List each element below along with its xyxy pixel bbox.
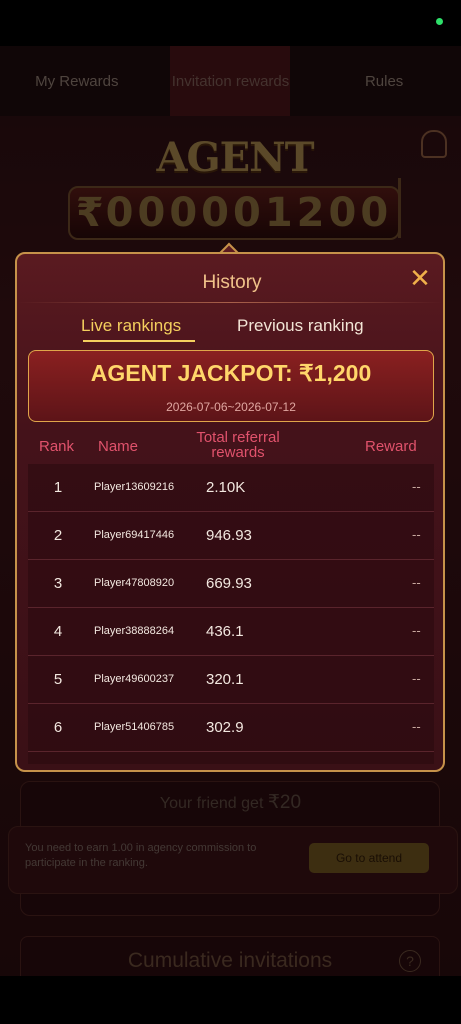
rank-cell: 3 xyxy=(53,575,63,592)
column-header-total: Total referral rewards xyxy=(196,429,280,461)
table-row: 2 Player69417446 946.93 -- xyxy=(28,512,434,560)
active-tab-underline xyxy=(83,340,195,342)
close-icon[interactable]: ✕ xyxy=(407,265,433,292)
rank-cell: 6 xyxy=(53,719,63,736)
tab-previous-ranking[interactable]: Previous ranking xyxy=(237,316,364,336)
divider xyxy=(17,302,443,303)
total-cell: 946.93 xyxy=(206,527,252,544)
rank-cell: 4 xyxy=(53,623,63,640)
total-cell: 669.93 xyxy=(206,575,252,592)
table-row: 6 Player51406785 302.9 -- xyxy=(28,704,434,752)
name-cell: Player47808920 xyxy=(94,577,175,589)
reward-cell: -- xyxy=(412,623,421,638)
jackpot-summary-box: AGENT JACKPOT: ₹1,200 2026-07-06~2026-07… xyxy=(28,350,434,422)
total-cell: 2.10K xyxy=(206,479,246,496)
table-row: 4 Player38888264 436.1 -- xyxy=(28,608,434,656)
rank-cell: 5 xyxy=(53,671,63,688)
column-header-reward: Reward xyxy=(365,438,417,455)
rank-cell: 1 xyxy=(53,479,63,496)
name-cell: Player51406785 xyxy=(94,721,175,733)
tab-live-rankings[interactable]: Live rankings xyxy=(81,316,181,336)
ranking-table-body[interactable]: 1 Player13609216 2.10K -- 2 Player694174… xyxy=(28,464,434,764)
table-row: 3 Player47808920 669.93 -- xyxy=(28,560,434,608)
ranking-table-header: Rank Name Total referral rewards Reward xyxy=(28,430,434,464)
name-cell: Player13609216 xyxy=(94,481,175,493)
column-header-rank: Rank xyxy=(39,438,75,455)
jackpot-amount-title: AGENT JACKPOT: ₹1,200 xyxy=(90,360,372,386)
total-cell: 436.1 xyxy=(206,623,244,640)
table-row: 5 Player49600237 320.1 -- xyxy=(28,656,434,704)
total-cell: 320.1 xyxy=(206,671,244,688)
reward-cell: -- xyxy=(412,527,421,542)
status-bar xyxy=(0,0,461,46)
modal-title: History xyxy=(202,272,262,293)
column-header-name: Name xyxy=(98,438,139,455)
reward-cell: -- xyxy=(412,575,421,590)
jackpot-date-range: 2026-07-06~2026-07-12 xyxy=(166,400,296,414)
reward-cell: -- xyxy=(412,479,421,494)
total-cell: 302.9 xyxy=(206,719,244,736)
reward-cell: -- xyxy=(412,719,421,734)
reward-cell: -- xyxy=(412,671,421,686)
status-indicator-icon xyxy=(436,18,443,25)
name-cell: Player49600237 xyxy=(94,673,175,685)
name-cell: Player69417446 xyxy=(94,529,175,541)
rank-cell: 2 xyxy=(53,527,63,544)
name-cell: Player38888264 xyxy=(94,625,175,637)
table-row: 1 Player13609216 2.10K -- xyxy=(28,464,434,512)
history-modal: History ✕ Live rankings Previous ranking… xyxy=(15,252,445,772)
